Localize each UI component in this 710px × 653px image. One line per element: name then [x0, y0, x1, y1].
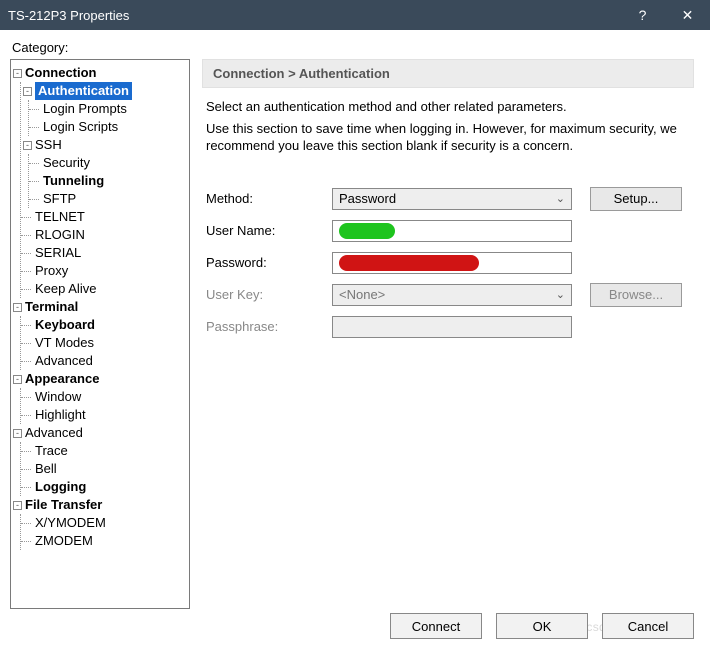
tree-keep-alive[interactable]: Keep Alive	[21, 280, 187, 298]
tree-file-transfer[interactable]: File Transfer	[25, 496, 102, 514]
tree-appearance[interactable]: Appearance	[25, 370, 99, 388]
password-label: Password:	[202, 255, 332, 270]
title-bar: TS-212P3 Properties ? ✕	[0, 0, 710, 30]
tree-advanced[interactable]: Advanced	[25, 424, 83, 442]
userkey-label: User Key:	[202, 287, 332, 302]
collapse-icon[interactable]: -	[23, 87, 32, 96]
tree-serial[interactable]: SERIAL	[21, 244, 187, 262]
tree-keyboard[interactable]: Keyboard	[21, 316, 187, 334]
tree-trace[interactable]: Trace	[21, 442, 187, 460]
tree-login-scripts[interactable]: Login Scripts	[29, 118, 187, 136]
collapse-icon[interactable]: -	[13, 501, 22, 510]
description-1: Select an authentication method and othe…	[206, 98, 690, 116]
window-title: TS-212P3 Properties	[8, 8, 129, 23]
redacted-username	[339, 223, 395, 239]
tree-ssh[interactable]: SSH	[35, 136, 62, 154]
cancel-button[interactable]: Cancel	[602, 613, 694, 639]
passphrase-label: Passphrase:	[202, 319, 332, 334]
tree-telnet[interactable]: TELNET	[21, 208, 187, 226]
tree-term-advanced[interactable]: Advanced	[21, 352, 187, 370]
tree-login-prompts[interactable]: Login Prompts	[29, 100, 187, 118]
browse-button: Browse...	[590, 283, 682, 307]
chevron-down-icon: ⌄	[556, 288, 565, 301]
breadcrumb: Connection > Authentication	[202, 59, 694, 88]
redacted-password	[339, 255, 479, 271]
tree-vt-modes[interactable]: VT Modes	[21, 334, 187, 352]
tree-connection[interactable]: Connection	[25, 64, 97, 82]
tree-rlogin[interactable]: RLOGIN	[21, 226, 187, 244]
userkey-value: <None>	[339, 287, 385, 302]
description-2: Use this section to save time when loggi…	[206, 120, 690, 155]
method-select[interactable]: Password ⌄	[332, 188, 572, 210]
tree-logging[interactable]: Logging	[21, 478, 187, 496]
tree-xymodem[interactable]: X/YMODEM	[21, 514, 187, 532]
dialog-footer: Connect OK Cancel	[390, 613, 694, 639]
ok-button[interactable]: OK	[496, 613, 588, 639]
username-input[interactable]	[332, 220, 572, 242]
tree-highlight[interactable]: Highlight	[21, 406, 187, 424]
tree-sftp[interactable]: SFTP	[29, 190, 187, 208]
tree-proxy[interactable]: Proxy	[21, 262, 187, 280]
tree-bell[interactable]: Bell	[21, 460, 187, 478]
passphrase-input	[332, 316, 572, 338]
collapse-icon[interactable]: -	[13, 69, 22, 78]
category-label: Category:	[12, 40, 700, 55]
password-input[interactable]	[332, 252, 572, 274]
method-value: Password	[339, 191, 396, 206]
chevron-down-icon: ⌄	[556, 192, 565, 205]
tree-window[interactable]: Window	[21, 388, 187, 406]
method-label: Method:	[202, 191, 332, 206]
tree-zmodem[interactable]: ZMODEM	[21, 532, 187, 550]
username-label: User Name:	[202, 223, 332, 238]
close-button[interactable]: ✕	[665, 0, 710, 30]
tree-security[interactable]: Security	[29, 154, 187, 172]
settings-panel: Connection > Authentication Select an au…	[200, 59, 700, 609]
collapse-icon[interactable]: -	[13, 303, 22, 312]
help-button[interactable]: ?	[620, 0, 665, 30]
connect-button[interactable]: Connect	[390, 613, 482, 639]
userkey-select: <None> ⌄	[332, 284, 572, 306]
collapse-icon[interactable]: -	[23, 141, 32, 150]
collapse-icon[interactable]: -	[13, 429, 22, 438]
collapse-icon[interactable]: -	[13, 375, 22, 384]
tree-authentication[interactable]: Authentication	[35, 82, 132, 100]
setup-button[interactable]: Setup...	[590, 187, 682, 211]
category-tree[interactable]: -Connection -Authentication Login Prompt…	[10, 59, 190, 609]
tree-tunneling[interactable]: Tunneling	[29, 172, 187, 190]
tree-terminal[interactable]: Terminal	[25, 298, 78, 316]
